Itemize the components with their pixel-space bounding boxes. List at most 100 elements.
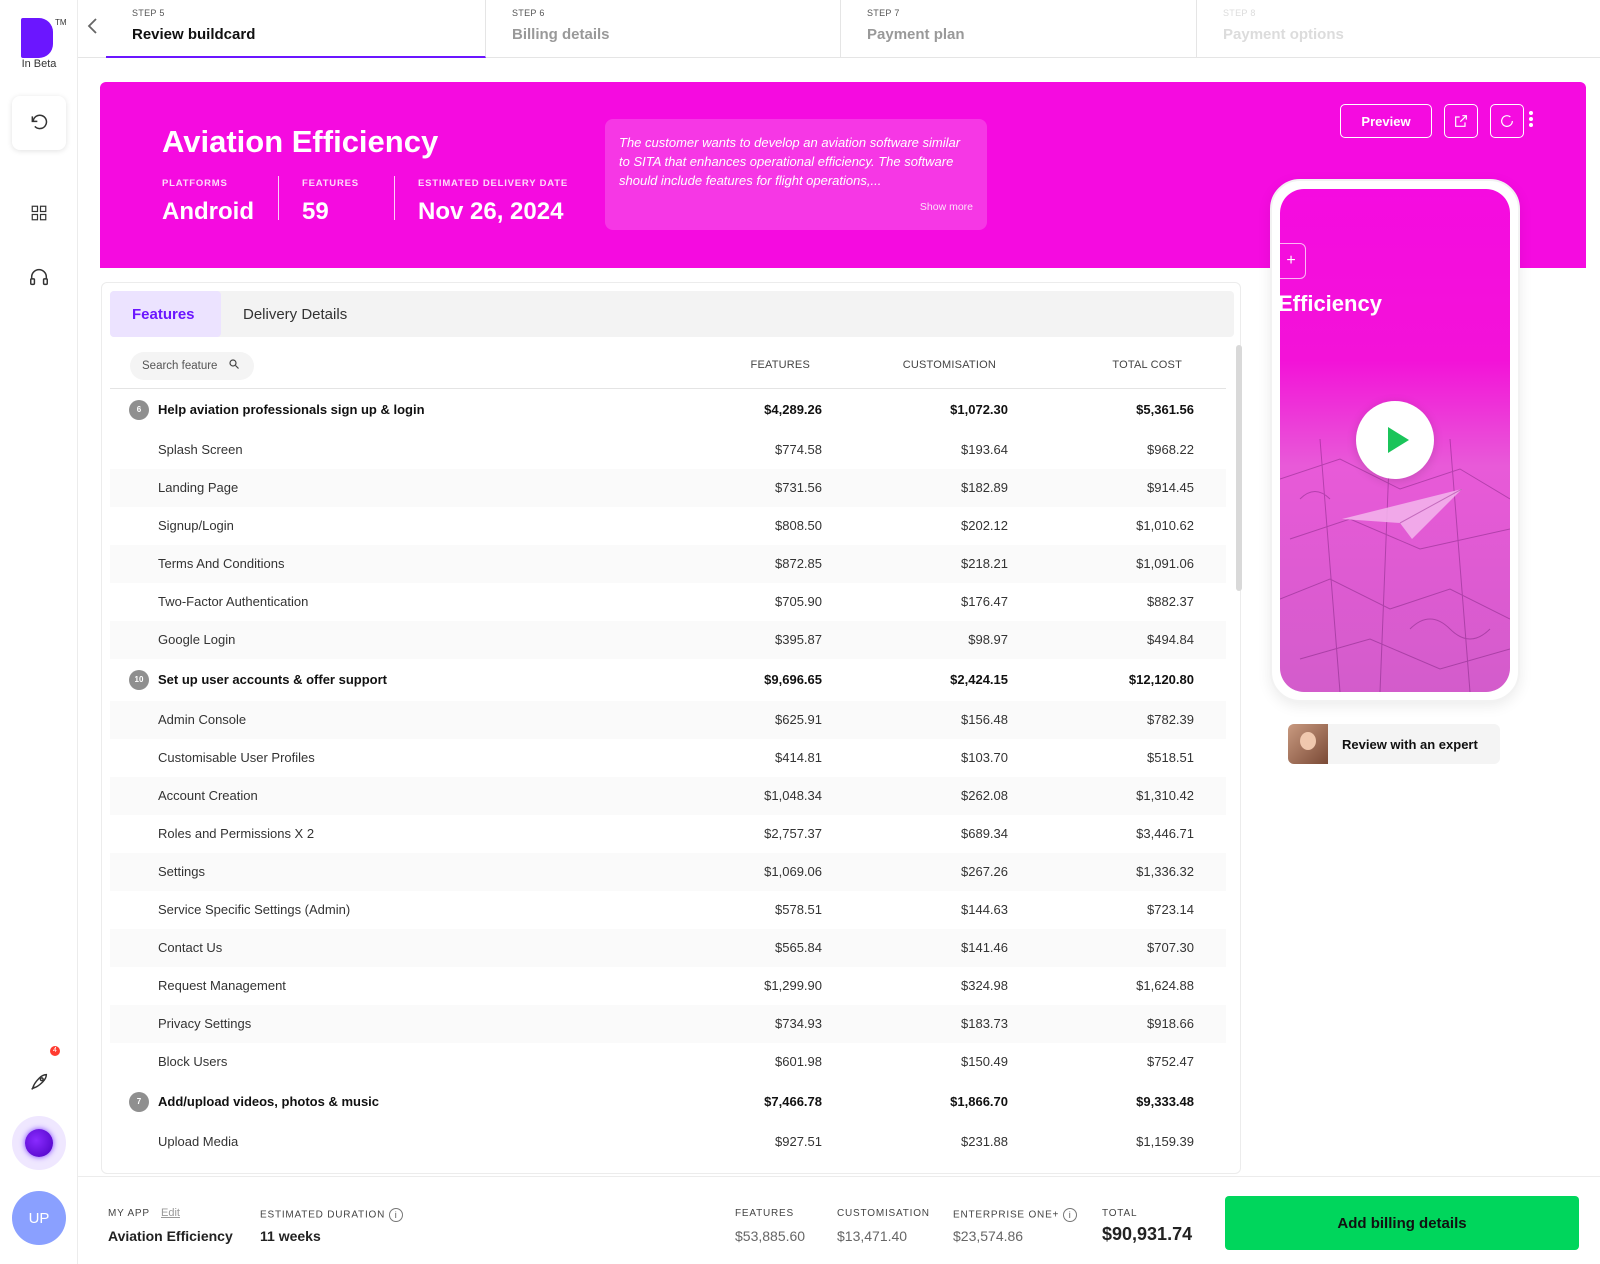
paper-plane-illustration bbox=[1342, 489, 1462, 539]
search-feature-input[interactable]: Search feature bbox=[130, 352, 254, 380]
show-more-link[interactable]: Show more bbox=[920, 201, 973, 213]
phone-preview: + Efficiency bbox=[1270, 179, 1520, 702]
feature-row[interactable]: Upload Media $927.51 $231.88 $1,159.39 bbox=[110, 1123, 1226, 1161]
feature-name: Upload Media bbox=[158, 1134, 239, 1149]
customisation-cost: $156.48 bbox=[961, 712, 1008, 727]
total-cost: $5,361.56 bbox=[1136, 402, 1194, 417]
duration-value: 11 weeks bbox=[260, 1228, 321, 1244]
tab-delivery-details[interactable]: Delivery Details bbox=[221, 291, 369, 337]
total-cost: $1,310.42 bbox=[1136, 788, 1194, 803]
customisation-cost: $141.46 bbox=[961, 940, 1008, 955]
total-cost: $494.84 bbox=[1147, 632, 1194, 647]
feature-row[interactable]: Account Creation $1,048.34 $262.08 $1,310.4… bbox=[110, 777, 1226, 815]
features-label: FEATURES bbox=[302, 178, 359, 189]
builder-logo[interactable]: TM bbox=[21, 18, 67, 58]
feature-group-row[interactable]: 6 Help aviation professionals sign up & l… bbox=[110, 389, 1226, 431]
feature-name: Set up user accounts & offer support bbox=[158, 672, 387, 687]
phone-app-title: Efficiency bbox=[1280, 291, 1382, 316]
headset-icon bbox=[30, 269, 48, 286]
feature-cost: $774.58 bbox=[775, 442, 822, 457]
feature-row[interactable]: Two-Factor Authentication $705.90 $176.47 $… bbox=[110, 583, 1226, 621]
share-button[interactable] bbox=[1444, 104, 1478, 138]
add-billing-details-button[interactable]: Add billing details bbox=[1225, 1196, 1579, 1250]
feature-group-row[interactable]: 10 Set up user accounts & offer support $9… bbox=[110, 659, 1226, 701]
customisation-cost: $176.47 bbox=[961, 594, 1008, 609]
duration-label: ESTIMATED DURATION bbox=[260, 1209, 386, 1221]
assistant-orb-button[interactable] bbox=[12, 1116, 66, 1170]
my-app-label: MY APP bbox=[108, 1208, 150, 1219]
step-title: Payment plan bbox=[867, 26, 965, 43]
play-icon bbox=[1387, 427, 1409, 453]
total-cost: $1,624.88 bbox=[1136, 978, 1194, 993]
step-billing-details[interactable]: STEP 6 Billing details bbox=[486, 0, 841, 58]
add-icon[interactable]: + bbox=[1280, 243, 1306, 279]
group-count-badge: 6 bbox=[129, 400, 149, 420]
feature-row[interactable]: Landing Page $731.56 $182.89 $914.45 bbox=[110, 469, 1226, 507]
feature-row[interactable]: Signup/Login $808.50 $202.12 $1,010.62 bbox=[110, 507, 1226, 545]
total-cost: $707.30 bbox=[1147, 940, 1194, 955]
total-cost: $1,091.06 bbox=[1136, 556, 1194, 571]
info-icon[interactable]: i bbox=[389, 1208, 404, 1222]
refresh-button[interactable] bbox=[1490, 104, 1524, 138]
feature-name: Splash Screen bbox=[158, 442, 243, 457]
delivery-label: ESTIMATED DELIVERY DATE bbox=[418, 178, 569, 189]
total-cost: $968.22 bbox=[1147, 442, 1194, 457]
feature-group-row[interactable]: 7 Add/upload videos, photos & music $7,466… bbox=[110, 1081, 1226, 1123]
step-number: STEP 6 bbox=[512, 8, 545, 18]
feature-row[interactable]: Terms And Conditions $872.85 $218.21 $1,091… bbox=[110, 545, 1226, 583]
feature-row[interactable]: Privacy Settings $734.93 $183.73 $918.66 bbox=[110, 1005, 1226, 1043]
feature-row[interactable]: Google Login $395.87 $98.97 $494.84 bbox=[110, 621, 1226, 659]
user-avatar[interactable]: UP bbox=[12, 1191, 66, 1245]
customisation-cost: $103.70 bbox=[961, 750, 1008, 765]
play-button[interactable] bbox=[1356, 401, 1434, 479]
grid-icon bbox=[31, 205, 47, 221]
rocket-button[interactable] bbox=[12, 1055, 66, 1109]
review-with-expert-button[interactable]: Review with an expert bbox=[1288, 724, 1500, 764]
edit-app-link[interactable]: Edit bbox=[161, 1207, 180, 1219]
more-options-button[interactable] bbox=[1528, 110, 1534, 128]
customisation-cost: $1,866.70 bbox=[950, 1094, 1008, 1109]
feature-row[interactable]: Customisable User Profiles $414.81 $103.70… bbox=[110, 739, 1226, 777]
column-header-features: FEATURES bbox=[750, 359, 810, 371]
feature-cost: $565.84 bbox=[775, 940, 822, 955]
enterprise-label: ENTERPRISE ONE+ bbox=[953, 1209, 1060, 1221]
dashboard-button[interactable] bbox=[12, 186, 66, 240]
step-payment-options: STEP 8 Payment options bbox=[1197, 0, 1600, 58]
feature-row[interactable]: Splash Screen $774.58 $193.64 $968.22 bbox=[110, 431, 1226, 469]
feature-row[interactable]: Block Users $601.98 $150.49 $752.47 bbox=[110, 1043, 1226, 1081]
step-payment-plan[interactable]: STEP 7 Payment plan bbox=[841, 0, 1197, 58]
support-button[interactable] bbox=[12, 250, 66, 304]
customisation-cost: $183.73 bbox=[961, 1016, 1008, 1031]
feature-cost: $734.93 bbox=[775, 1016, 822, 1031]
info-icon[interactable]: i bbox=[1063, 1208, 1078, 1222]
feature-name: Terms And Conditions bbox=[158, 556, 285, 571]
feature-row[interactable]: Admin Console $625.91 $156.48 $782.39 bbox=[110, 701, 1226, 739]
table-scrollbar[interactable] bbox=[1236, 345, 1242, 591]
total-cost: $918.66 bbox=[1147, 1016, 1194, 1031]
feature-row[interactable]: Service Specific Settings (Admin) $578.51… bbox=[110, 891, 1226, 929]
feature-row[interactable]: Request Management $1,299.90 $324.98 $1,624… bbox=[110, 967, 1226, 1005]
feature-cost: $2,757.37 bbox=[764, 826, 822, 841]
undo-icon bbox=[31, 114, 48, 130]
tab-features[interactable]: Features bbox=[110, 291, 221, 337]
feature-rows: 6 Help aviation professionals sign up & l… bbox=[110, 389, 1226, 1161]
search-icon bbox=[228, 358, 240, 373]
feature-row[interactable]: Settings $1,069.06 $267.26 $1,336.32 bbox=[110, 853, 1226, 891]
trademark-label: TM bbox=[55, 18, 67, 27]
customisation-cost: $2,424.15 bbox=[950, 672, 1008, 687]
feature-cost: $4,289.26 bbox=[764, 402, 822, 417]
feature-cost: $7,466.78 bbox=[764, 1094, 822, 1109]
feature-row[interactable]: Roles and Permissions X 2 $2,757.37 $689.3… bbox=[110, 815, 1226, 853]
feature-cost: $578.51 bbox=[775, 902, 822, 917]
project-title: Aviation Efficiency bbox=[162, 124, 439, 159]
step-review-buildcard[interactable]: STEP 5 Review buildcard bbox=[106, 0, 486, 58]
customisation-cost: $202.12 bbox=[961, 518, 1008, 533]
step-title: Payment options bbox=[1223, 26, 1344, 43]
app-name: Aviation Efficiency bbox=[108, 1228, 233, 1244]
customisation-cost: $98.97 bbox=[968, 632, 1008, 647]
undo-button[interactable] bbox=[12, 96, 66, 150]
back-button[interactable] bbox=[86, 16, 108, 42]
step-number: STEP 7 bbox=[867, 8, 900, 18]
feature-row[interactable]: Contact Us $565.84 $141.46 $707.30 bbox=[110, 929, 1226, 967]
preview-button[interactable]: Preview bbox=[1340, 104, 1432, 138]
